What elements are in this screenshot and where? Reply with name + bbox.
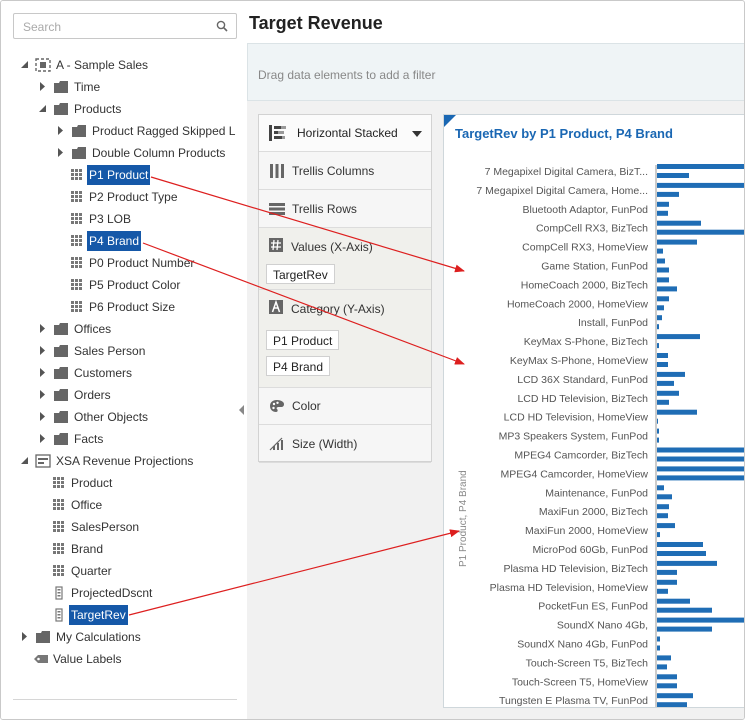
- arrow-p4-brand: [142, 242, 465, 365]
- annotation-arrows: [128, 176, 465, 616]
- app-window: A - Sample Sales Time Products Product R…: [0, 0, 745, 720]
- arrow-targetrev: [128, 529, 460, 616]
- arrow-p1-product: [150, 176, 465, 273]
